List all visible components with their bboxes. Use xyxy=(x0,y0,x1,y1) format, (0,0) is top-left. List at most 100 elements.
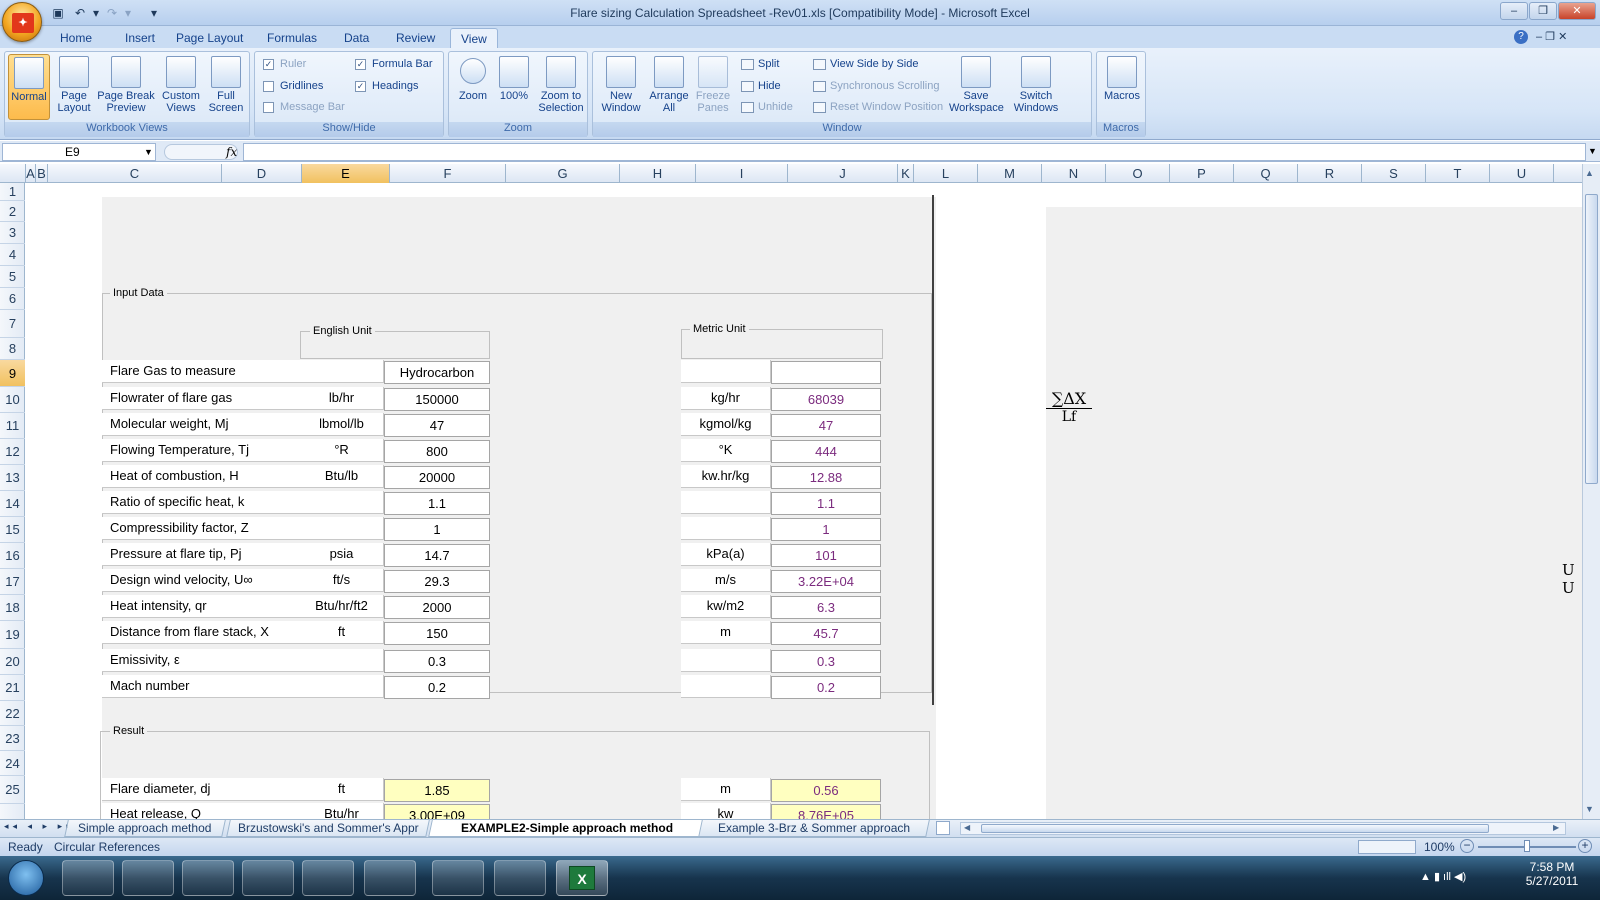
english-value-input[interactable]: 47 xyxy=(384,414,490,437)
ribbon-minimize-icon[interactable]: – ❐ ✕ xyxy=(1536,30,1567,43)
row-header[interactable]: 21 xyxy=(0,675,25,701)
zoom-to-selection-button[interactable]: Zoom to Selection xyxy=(535,54,587,120)
unhide-button[interactable]: Unhide xyxy=(741,98,793,116)
row-header[interactable]: 19 xyxy=(0,621,25,649)
column-header[interactable]: L xyxy=(914,164,978,183)
normal-view-button[interactable]: Normal xyxy=(8,54,50,120)
hide-button[interactable]: Hide xyxy=(741,77,781,95)
row-header[interactable]: 10 xyxy=(0,387,25,413)
row-header[interactable]: 13 xyxy=(0,465,25,491)
horizontal-scrollbar[interactable]: ◀ ▶ xyxy=(960,822,1566,835)
tab-insert[interactable]: Insert xyxy=(115,28,165,48)
headings-checkbox[interactable]: ✓ Headings xyxy=(355,77,418,95)
office-button[interactable]: ✦ xyxy=(2,2,42,42)
english-value-input[interactable]: 0.3 xyxy=(384,650,490,673)
english-value-input[interactable]: 150000 xyxy=(384,388,490,411)
internet-explorer-icon[interactable] xyxy=(62,860,114,896)
freeze-panes-button[interactable]: Freeze Panes xyxy=(693,54,733,120)
help-icon[interactable]: ? xyxy=(1514,30,1528,44)
insert-function-icon[interactable]: fx xyxy=(226,145,237,159)
row-header[interactable]: 24 xyxy=(0,751,25,776)
macros-button[interactable]: Macros xyxy=(1100,54,1144,120)
scroll-up-icon[interactable]: ▲ xyxy=(1585,168,1594,178)
column-header[interactable]: C xyxy=(48,164,222,183)
arrange-all-button[interactable]: Arrange All xyxy=(647,54,691,120)
tab-page-layout[interactable]: Page Layout xyxy=(166,28,253,48)
row-header[interactable]: 7 xyxy=(0,310,25,338)
metric-value[interactable]: 1.1 xyxy=(771,492,881,515)
row-header[interactable]: 5 xyxy=(0,266,25,288)
page-layout-view-button[interactable]: Page Layout xyxy=(53,54,95,120)
name-box[interactable]: E9 xyxy=(2,143,156,161)
save-icon[interactable]: ▣ xyxy=(50,5,66,21)
english-value-input[interactable]: 14.7 xyxy=(384,544,490,567)
sheet-tab[interactable]: Example 3-Brz & Sommer approach xyxy=(698,820,930,837)
row-header[interactable]: 12 xyxy=(0,439,25,465)
row-header[interactable]: 25 xyxy=(0,776,25,804)
zoom-slider-thumb[interactable] xyxy=(1524,840,1530,852)
switch-windows-button[interactable]: Switch Windows xyxy=(1007,54,1065,120)
ruler-checkbox[interactable]: ✓ Ruler xyxy=(263,55,306,73)
english-value-input[interactable]: 1 xyxy=(384,518,490,541)
explorer-icon[interactable] xyxy=(122,860,174,896)
tab-formulas[interactable]: Formulas xyxy=(257,28,327,48)
english-value-input[interactable]: 800 xyxy=(384,440,490,463)
zoom-level[interactable]: 100% xyxy=(1424,840,1455,854)
messenger-icon[interactable] xyxy=(432,860,484,896)
metric-value[interactable]: 12.88 xyxy=(771,466,881,489)
column-header[interactable]: P xyxy=(1170,164,1234,183)
undo-dropdown-icon[interactable]: ▾ xyxy=(88,5,104,21)
status-circular-references[interactable]: Circular References xyxy=(54,840,160,854)
english-value-input[interactable]: 150 xyxy=(384,622,490,645)
split-button[interactable]: Split xyxy=(741,55,779,73)
metric-value[interactable]: 3.22E+04 xyxy=(771,570,881,593)
column-header[interactable]: S xyxy=(1362,164,1426,183)
gridlines-checkbox[interactable]: Gridlines xyxy=(263,77,323,95)
clock-app-icon[interactable] xyxy=(302,860,354,896)
english-value-input[interactable]: 2000 xyxy=(384,596,490,619)
metric-value[interactable] xyxy=(771,361,881,384)
metric-value[interactable]: 444 xyxy=(771,440,881,463)
pin-app-icon[interactable] xyxy=(364,860,416,896)
column-header[interactable]: N xyxy=(1042,164,1106,183)
hscroll-thumb[interactable] xyxy=(981,824,1489,833)
tab-home[interactable]: Home xyxy=(50,28,102,48)
row-header[interactable]: 14 xyxy=(0,491,25,517)
view-side-by-side-button[interactable]: View Side by Side xyxy=(813,55,918,73)
tray-icons[interactable]: ▲ ▮ ıll ◀) xyxy=(1420,870,1466,883)
name-box-dropdown-icon[interactable]: ▼ xyxy=(144,147,153,157)
english-value-input[interactable]: Hydrocarbon xyxy=(384,361,490,384)
view-mode-icons[interactable] xyxy=(1358,840,1416,854)
row-header[interactable]: 11 xyxy=(0,413,25,439)
column-header[interactable]: R xyxy=(1298,164,1362,183)
column-header[interactable]: G xyxy=(506,164,620,183)
reset-window-position-button[interactable]: Reset Window Position xyxy=(813,98,943,116)
metric-value[interactable]: 1 xyxy=(771,518,881,541)
synchronous-scrolling-button[interactable]: Synchronous Scrolling xyxy=(813,77,939,95)
row-header[interactable]: 2 xyxy=(0,201,25,222)
worksheet[interactable]: Input Data English Unit Metric Unit Flar… xyxy=(26,183,1582,819)
vertical-scrollbar[interactable]: ▲ ▼ xyxy=(1582,164,1600,819)
metric-value[interactable]: 45.7 xyxy=(771,622,881,645)
sheet-nav-icon[interactable]: ◂◂ ◂ ▸ ▸▸ xyxy=(4,821,75,832)
row-header[interactable]: 17 xyxy=(0,569,25,595)
row-header[interactable]: 3 xyxy=(0,222,25,244)
select-all-corner[interactable] xyxy=(0,164,26,183)
tab-review[interactable]: Review xyxy=(386,28,445,48)
custom-views-button[interactable]: Custom Views xyxy=(159,54,203,120)
chrome-icon[interactable] xyxy=(494,860,546,896)
zoom-100-button[interactable]: 100% xyxy=(495,54,533,120)
zoom-in-icon[interactable]: + xyxy=(1578,839,1592,853)
new-window-button[interactable]: New Window xyxy=(597,54,645,120)
redo-icon[interactable]: ↷ xyxy=(104,5,120,21)
message-bar-checkbox[interactable]: Message Bar xyxy=(263,98,345,116)
english-value-input[interactable]: 1.1 xyxy=(384,492,490,515)
row-header[interactable]: 16 xyxy=(0,543,25,569)
column-header[interactable]: O xyxy=(1106,164,1170,183)
column-header[interactable]: A xyxy=(26,164,36,183)
row-header[interactable]: 18 xyxy=(0,595,25,621)
redo-dropdown-icon[interactable]: ▾ xyxy=(120,5,136,21)
metric-value[interactable]: 68039 xyxy=(771,388,881,411)
scroll-down-icon[interactable]: ▼ xyxy=(1585,804,1594,814)
column-header[interactable]: U xyxy=(1490,164,1554,183)
